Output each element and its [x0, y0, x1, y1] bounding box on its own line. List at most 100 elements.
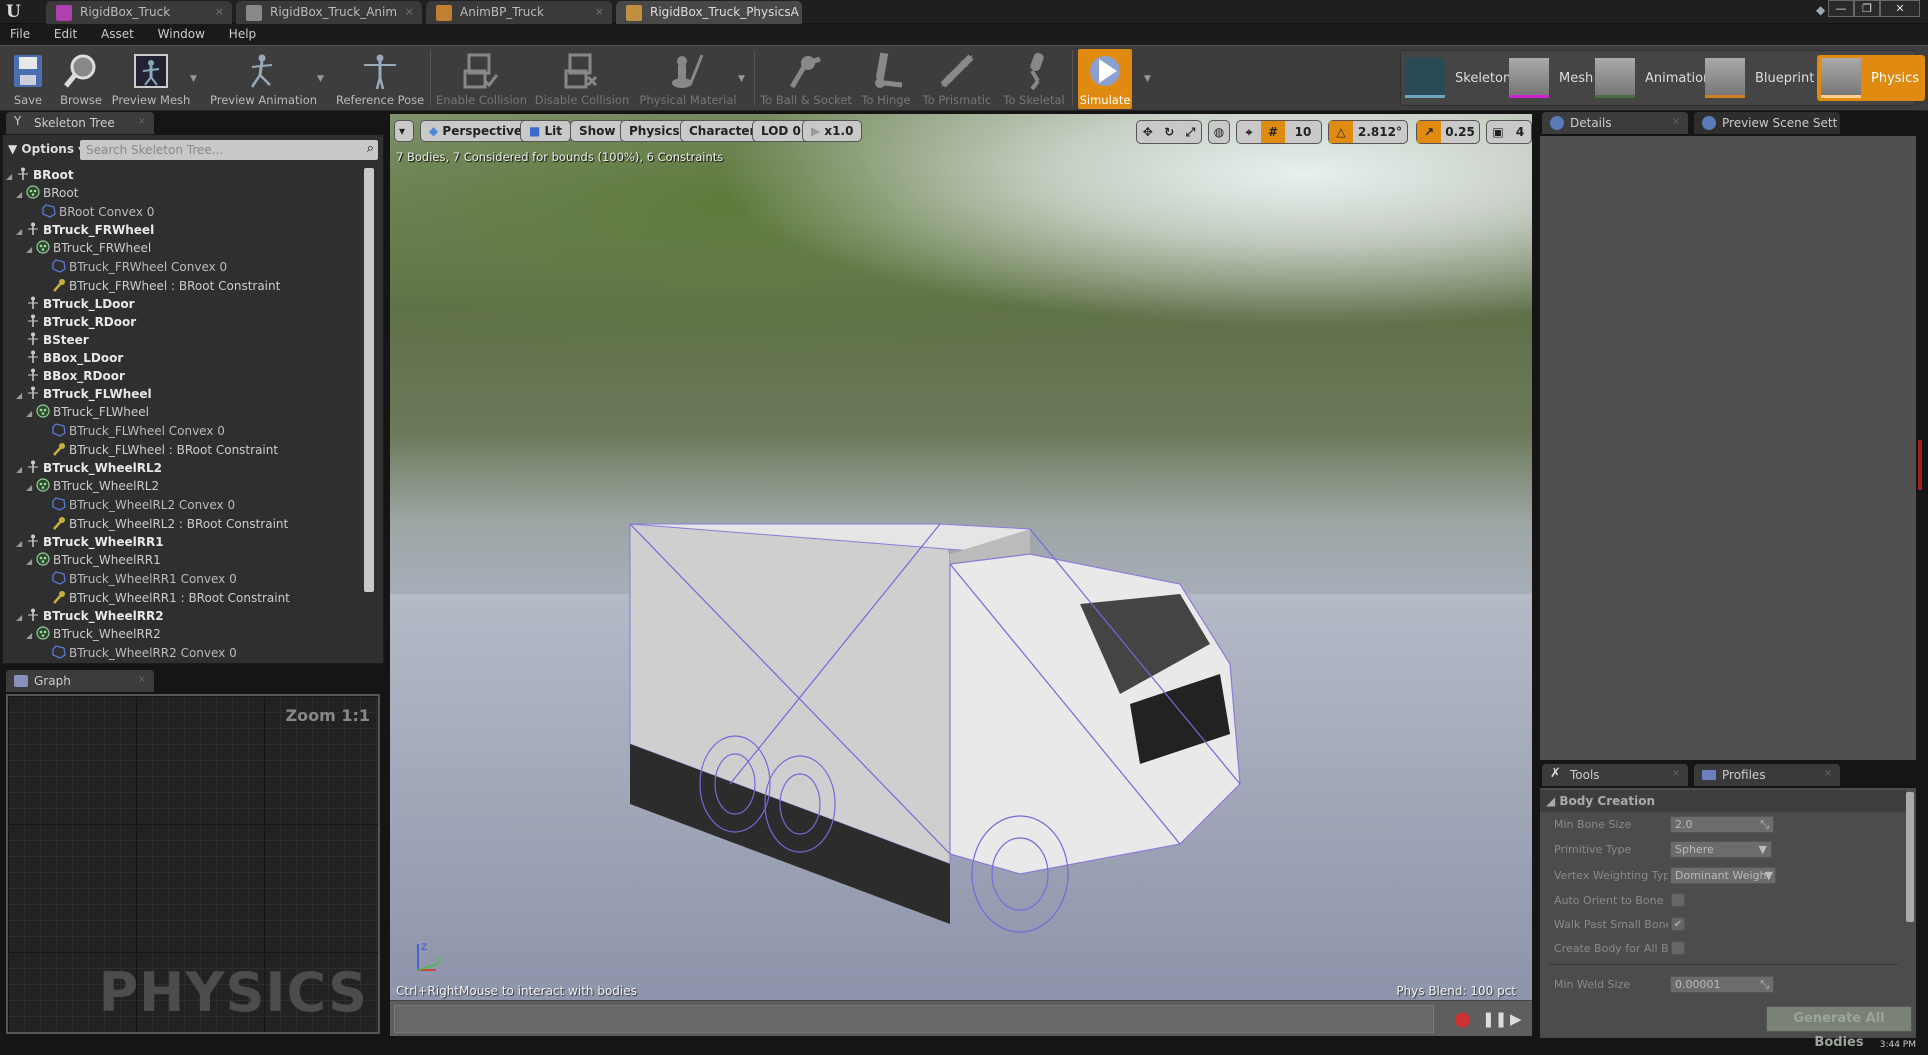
- expander-icon[interactable]: ◢: [26, 627, 36, 645]
- tree-row-bone[interactable]: BTruck_LDoor: [6, 295, 366, 313]
- tree-row-bone[interactable]: BTruck_RDoor: [6, 313, 366, 331]
- tab-profiles[interactable]: Profiles ×: [1694, 764, 1840, 786]
- close-icon[interactable]: ×: [215, 5, 224, 18]
- world-local-toggle[interactable]: ◍: [1208, 120, 1230, 144]
- mode-animation[interactable]: Animation: [1595, 55, 1711, 101]
- tab-details[interactable]: Details ×: [1542, 112, 1688, 134]
- tree-row-bone[interactable]: BBox_LDoor: [6, 349, 366, 367]
- close-icon[interactable]: ×: [405, 5, 414, 18]
- tree-row-bone[interactable]: BSteer: [6, 331, 366, 349]
- timeline-scrubber[interactable]: [394, 1005, 1434, 1033]
- tree-row-constraint[interactable]: BTruck_FLWheel : BRoot Constraint: [6, 441, 366, 459]
- tree-row-constraint[interactable]: BTruck_WheelRR1 : BRoot Constraint: [6, 589, 366, 607]
- vertex-weighting-select[interactable]: Dominant Weight ▼: [1670, 867, 1776, 884]
- menu-file[interactable]: File: [0, 24, 40, 41]
- tree-row-body[interactable]: ◢ BTruck_WheelRR2: [6, 625, 366, 643]
- perspective-button[interactable]: ◆ Perspective: [420, 120, 532, 142]
- tree-row-body[interactable]: ◢ BTruck_FRWheel: [6, 239, 366, 257]
- to-prismatic-button[interactable]: To Prismatic: [920, 49, 994, 109]
- menu-window[interactable]: Window: [148, 24, 215, 41]
- tab-graph[interactable]: Graph ×: [6, 670, 154, 692]
- grid-snap-toggle[interactable]: #: [1261, 121, 1285, 143]
- doc-tab-animbp-truck[interactable]: AnimBP_Truck ×: [426, 1, 612, 24]
- tree-row-body[interactable]: ◢ BTruck_FLWheel: [6, 403, 366, 421]
- doc-tab-rigidbox-truck-anim[interactable]: RigidBox_Truck_Anim ×: [236, 1, 422, 24]
- to-hinge-button[interactable]: To Hinge: [860, 49, 912, 109]
- close-window-button[interactable]: ✕: [1880, 0, 1920, 17]
- show-button[interactable]: Show: [570, 120, 625, 142]
- lit-button[interactable]: ■ Lit: [520, 120, 572, 142]
- tab-preview-scene-settings[interactable]: Preview Scene Sett: [1694, 112, 1840, 134]
- mode-skeleton[interactable]: Skeleton: [1405, 55, 1511, 101]
- skeleton-search-input[interactable]: Search Skeleton Tree... ⌕: [80, 140, 378, 160]
- tree-row-shape[interactable]: BRoot Convex 0: [6, 203, 366, 221]
- doc-tab-rigidbox-truck[interactable]: RigidBox_Truck ×: [46, 1, 232, 24]
- playback-speed-button[interactable]: ▶ x1.0: [802, 120, 863, 142]
- tree-row-bone[interactable]: ◢ BTruck_FLWheel: [6, 385, 366, 403]
- close-icon[interactable]: ×: [1672, 768, 1680, 779]
- expander-icon[interactable]: ◢: [26, 553, 36, 571]
- tree-row-body[interactable]: ◢ BTruck_WheelRR1: [6, 551, 366, 569]
- expander-icon[interactable]: ◢: [26, 241, 36, 259]
- to-ball-socket-button[interactable]: To Ball & Socket: [760, 49, 852, 109]
- tree-row-body[interactable]: ◢ BRoot: [6, 184, 366, 202]
- reference-pose-button[interactable]: Reference Pose: [336, 49, 424, 109]
- tree-row-bone[interactable]: ◢ BTruck_WheelRR2: [6, 607, 366, 625]
- preview-animation-dropdown[interactable]: ▼: [317, 74, 324, 84]
- simulate-dropdown[interactable]: ▼: [1144, 74, 1151, 84]
- tab-tools[interactable]: ✗ Tools ×: [1542, 764, 1688, 786]
- rotate-icon[interactable]: ↻: [1164, 125, 1174, 139]
- auto-orient-checkbox[interactable]: [1671, 893, 1685, 907]
- pause-button[interactable]: ❚❚: [1482, 1010, 1507, 1028]
- physical-material-dropdown[interactable]: ▼: [738, 74, 745, 84]
- viewport[interactable]: ▾ ◆ Perspective ■ Lit Show Physics Chara…: [390, 114, 1532, 1000]
- minimize-button[interactable]: —: [1828, 0, 1854, 17]
- walk-past-small-bones-checkbox[interactable]: ✔: [1671, 917, 1685, 931]
- tree-row-shape[interactable]: BTruck_WheelRL2 Convex 0: [6, 496, 366, 514]
- tree-row-shape[interactable]: BTruck_FLWheel Convex 0: [6, 422, 366, 440]
- preview-mesh-dropdown[interactable]: ▼: [190, 74, 197, 84]
- tree-row-bone[interactable]: ◢ BTruck_FRWheel: [6, 221, 366, 239]
- tree-row-constraint[interactable]: BTruck_WheelRL2 : BRoot Constraint: [6, 515, 366, 533]
- save-button[interactable]: Save: [6, 49, 50, 109]
- scale-snap-toggle[interactable]: ↗: [1417, 121, 1441, 143]
- step-forward-button[interactable]: ▶: [1510, 1010, 1522, 1028]
- preview-animation-button[interactable]: Preview Animation: [210, 49, 317, 109]
- to-skeletal-button[interactable]: To Skeletal: [1002, 49, 1066, 109]
- min-weld-size-input[interactable]: 0.00001 ⤡: [1670, 976, 1774, 993]
- close-icon[interactable]: ×: [1672, 116, 1680, 127]
- tree-row-bone[interactable]: ◢ BTruck_WheelRR1: [6, 533, 366, 551]
- grid-snap-value[interactable]: 10: [1285, 125, 1321, 139]
- skeleton-tree-scrollbar[interactable]: [364, 168, 374, 592]
- rotation-snap-value[interactable]: 2.812°: [1353, 125, 1407, 139]
- doc-tab-physics-asset[interactable]: RigidBox_Truck_PhysicsA: [616, 1, 802, 24]
- menu-asset[interactable]: Asset: [91, 24, 144, 41]
- close-icon[interactable]: ×: [595, 5, 604, 18]
- enable-collision-button[interactable]: Enable Collision: [436, 49, 527, 109]
- graph-canvas[interactable]: Zoom 1:1 PHYSICS: [6, 694, 380, 1034]
- tools-scrollbar[interactable]: [1906, 792, 1914, 922]
- primitive-type-select[interactable]: Sphere ▼: [1670, 841, 1772, 858]
- browse-button[interactable]: Browse: [56, 49, 106, 109]
- tree-row-bone[interactable]: ◢ BRoot: [6, 166, 366, 184]
- mode-blueprint[interactable]: Blueprint: [1705, 55, 1814, 101]
- record-button[interactable]: ⬤: [1454, 1010, 1471, 1028]
- min-bone-size-input[interactable]: 2.0 ⤡: [1670, 816, 1774, 833]
- scale-snap-value[interactable]: 0.25: [1441, 125, 1479, 139]
- physical-material-button[interactable]: Physical Material: [638, 49, 738, 109]
- tree-row-shape[interactable]: BTruck_WheelRR1 Convex 0: [6, 570, 366, 588]
- surface-snap-icon[interactable]: ⌖: [1237, 125, 1261, 140]
- close-icon[interactable]: ×: [138, 674, 146, 685]
- scale-icon[interactable]: ⤢: [1186, 125, 1196, 140]
- mode-physics[interactable]: Physics: [1817, 55, 1926, 101]
- create-body-all-bones-checkbox[interactable]: [1671, 941, 1685, 955]
- physics-button[interactable]: Physics: [620, 120, 689, 142]
- tree-row-body[interactable]: ◢ BTruck_WheelRL2: [6, 477, 366, 495]
- simulate-button[interactable]: Simulate: [1078, 49, 1132, 109]
- viewport-menu-button[interactable]: ▾: [394, 120, 414, 142]
- preview-mesh-button[interactable]: Preview Mesh: [110, 49, 192, 109]
- tab-skeleton-tree[interactable]: Y Skeleton Tree ×: [6, 112, 154, 134]
- generate-all-bodies-button[interactable]: Generate All Bodies: [1766, 1006, 1912, 1050]
- camera-speed-group[interactable]: ▣ 4: [1486, 120, 1532, 144]
- body-creation-section[interactable]: ◢ Body Creation: [1540, 790, 1906, 812]
